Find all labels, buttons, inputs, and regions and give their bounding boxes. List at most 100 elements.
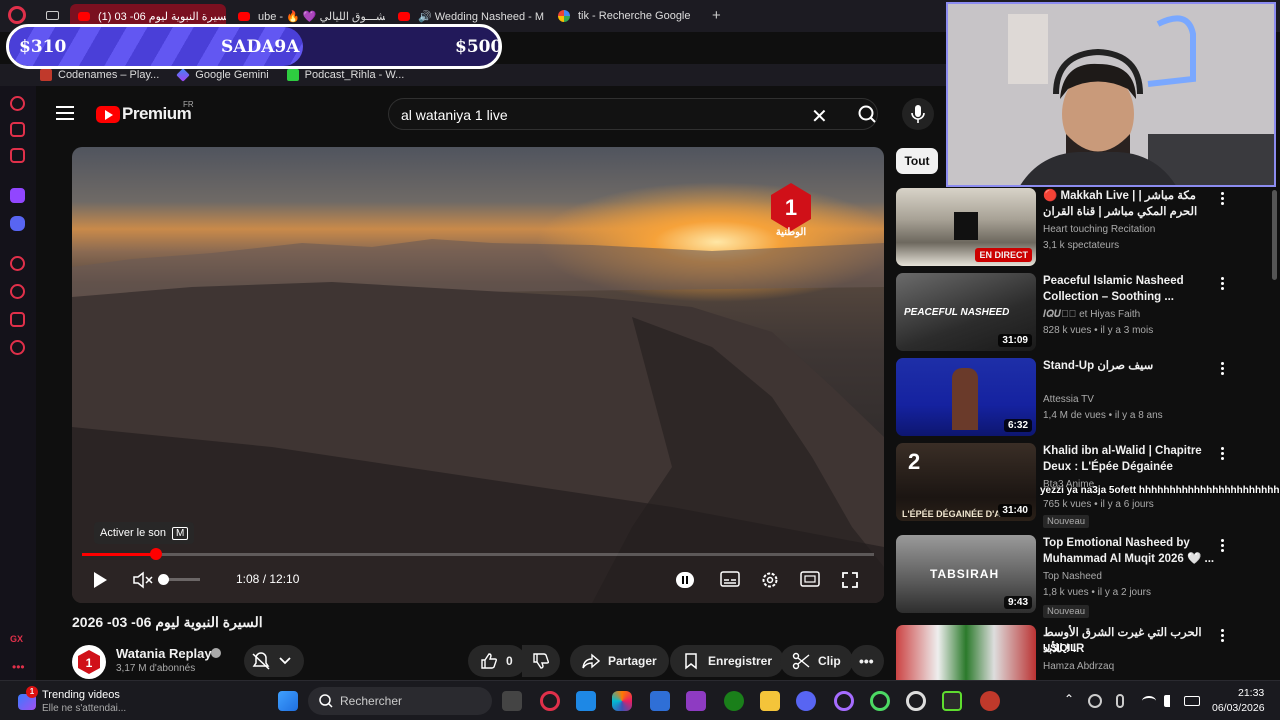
related-video-item[interactable]: TABSIRAH 9:43 Top Emotional Nasheed by M…	[896, 535, 1268, 618]
video-thumbnail[interactable]: 6:32	[896, 358, 1036, 436]
tray-sync-icon[interactable]	[1088, 694, 1102, 708]
more-options-icon[interactable]	[1221, 539, 1225, 553]
related-video-channel[interactable]: Top Nasheed	[1043, 571, 1102, 582]
clock-time[interactable]: 21:33	[1238, 687, 1264, 699]
game-taskbar-icon[interactable]	[942, 691, 962, 711]
clip-button[interactable]: Clip	[780, 645, 853, 677]
video-thumbnail[interactable]: TABSIRAH 9:43	[896, 535, 1036, 613]
bookmark-codenames[interactable]: Codenames – Play...	[40, 69, 159, 81]
tray-chevron-icon[interactable]: ⌃	[1064, 692, 1074, 706]
volume-icon[interactable]	[1164, 695, 1178, 707]
youtube-logo-text[interactable]: Premium	[122, 104, 192, 124]
more-options-icon[interactable]	[1221, 447, 1225, 461]
battery-icon[interactable]	[1184, 696, 1200, 706]
task-view-icon[interactable]	[502, 691, 522, 711]
save-button[interactable]: Enregistrer	[670, 645, 785, 677]
clock-date[interactable]: 06/03/2026	[1212, 702, 1265, 714]
more-dots-icon[interactable]: •••	[12, 660, 25, 674]
related-video-channel[interactable]: 𝑰𝑸𝑼𝑹ﾟ et Hiyas Faith	[1043, 309, 1140, 320]
video-thumbnail[interactable]: PEACEFUL NASHEED 31:09	[896, 273, 1036, 351]
related-video-channel[interactable]: Hamza Abdrzaq	[1043, 661, 1114, 672]
gx-icon[interactable]: GX	[10, 634, 23, 644]
app-taskbar-icon[interactable]	[686, 691, 706, 711]
wallet-icon[interactable]	[10, 122, 25, 137]
voice-search-button[interactable]	[902, 98, 934, 130]
discord-taskbar-icon[interactable]	[796, 691, 816, 711]
progress-played	[82, 553, 157, 556]
youtube-logo-icon[interactable]	[96, 106, 120, 123]
file-explorer-taskbar-icon[interactable]	[760, 691, 780, 711]
related-video-title[interactable]: Peaceful Islamic Nasheed Collection – So…	[1043, 273, 1215, 305]
wifi-icon[interactable]	[1142, 696, 1156, 706]
related-video-channel[interactable]: Attessia TV	[1043, 394, 1094, 405]
opera-logo-icon[interactable]	[8, 6, 26, 24]
history-icon[interactable]	[10, 284, 25, 299]
windows-start-icon[interactable]	[278, 691, 298, 711]
extensions-icon[interactable]	[10, 312, 25, 327]
twitch-icon[interactable]	[10, 188, 25, 203]
related-video-title[interactable]: Top Emotional Nasheed by Muhammad Al Muq…	[1043, 535, 1215, 567]
fullscreen-button[interactable]	[841, 571, 859, 594]
more-options-icon[interactable]	[1221, 277, 1225, 291]
opera-gx-taskbar-icon[interactable]	[540, 691, 560, 711]
video-thumbnail[interactable]	[896, 625, 1036, 680]
player-icon[interactable]	[10, 148, 25, 163]
opera-green-taskbar-icon[interactable]	[870, 691, 890, 711]
subtitles-button[interactable]	[720, 571, 740, 592]
tab-google-search[interactable]: tik - Recherche Google	[550, 4, 705, 28]
filter-chip-all[interactable]: Tout	[896, 148, 938, 174]
video-thumbnail[interactable]: EN DIRECT	[896, 188, 1036, 266]
autoplay-toggle[interactable]	[676, 572, 694, 588]
search-button[interactable]	[844, 98, 890, 130]
app-red-taskbar-icon[interactable]	[980, 691, 1000, 711]
channel-avatar[interactable]: 1	[72, 645, 106, 679]
play-button[interactable]	[92, 571, 108, 594]
settings-button[interactable]	[760, 570, 780, 595]
store-taskbar-icon[interactable]	[650, 691, 670, 711]
related-video-item[interactable]: PEACEFUL NASHEED 31:09 Peaceful Islamic …	[896, 273, 1268, 353]
related-video-title[interactable]: Stand-Up سيف صران	[1043, 358, 1215, 374]
theater-mode-button[interactable]	[800, 571, 820, 592]
taskbar-search-box[interactable]: Rechercher	[308, 687, 492, 715]
discord-icon[interactable]	[10, 216, 25, 231]
photos-taskbar-icon[interactable]	[576, 691, 596, 711]
video-progress-bar[interactable]	[82, 548, 874, 560]
clear-search-icon[interactable]: ✕	[811, 104, 828, 129]
related-video-title[interactable]: 🔴 Makkah Live | مكة مباشر | الحرم المكي …	[1043, 188, 1215, 222]
more-options-icon[interactable]	[1221, 362, 1225, 376]
dislike-button[interactable]	[522, 645, 560, 677]
settings-icon[interactable]	[10, 340, 25, 355]
tab-manager-icon[interactable]	[46, 11, 59, 20]
copilot-taskbar-icon[interactable]	[612, 691, 632, 711]
related-video-item[interactable]: EN DIRECT 🔴 Makkah Live | مكة مباشر | ال…	[896, 188, 1268, 268]
more-options-icon[interactable]	[1221, 629, 1225, 643]
bookmark-podcast-rihla[interactable]: Podcast_Rihla - W...	[286, 69, 404, 81]
play-circle-icon[interactable]	[10, 256, 25, 271]
related-video-title[interactable]: Khalid ibn al-Walid | Chapitre Deux : L'…	[1043, 443, 1215, 477]
search-input[interactable]: al wataniya 1 live	[388, 98, 878, 130]
tray-mic-icon[interactable]	[1116, 694, 1124, 708]
notifications-button[interactable]	[244, 645, 304, 677]
volume-slider-handle[interactable]	[158, 574, 169, 585]
new-tab-button[interactable]: +	[712, 7, 721, 24]
video-thumbnail[interactable]: 2 L'ÉPÉE DÉGAINÉE D'A 31:40	[896, 443, 1036, 521]
more-options-icon[interactable]	[1221, 192, 1225, 206]
related-video-item[interactable]: 6:32 Stand-Up سيف صران Attessia TV 1,4 M…	[896, 358, 1268, 438]
opera-taskbar-icon[interactable]	[834, 691, 854, 711]
search-icon	[319, 694, 333, 708]
share-button[interactable]: Partager	[570, 645, 669, 677]
widgets-button[interactable]: 1 Trending videos Elle ne s'attendai...	[14, 686, 174, 718]
bookmark-gemini[interactable]: Google Gemini	[176, 68, 269, 82]
aria-icon[interactable]	[10, 96, 25, 111]
mute-button[interactable]	[132, 570, 154, 595]
like-button[interactable]: 0	[468, 645, 526, 677]
more-actions-button[interactable]: •••	[850, 645, 884, 677]
related-video-channel[interactable]: Heart touching Recitation	[1043, 224, 1155, 235]
page-scrollbar[interactable]	[1272, 190, 1277, 280]
opera-white-taskbar-icon[interactable]	[906, 691, 926, 711]
xbox-taskbar-icon[interactable]	[724, 691, 744, 711]
related-video-item[interactable]: الحرب التي غيرت الشرق الأوسط للأبد ! IR …	[896, 625, 1268, 680]
hamburger-menu-icon[interactable]	[56, 106, 74, 120]
related-video-item[interactable]: 2 L'ÉPÉE DÉGAINÉE D'A 31:40 Khalid ibn a…	[896, 443, 1268, 528]
channel-name[interactable]: Watania Replay	[116, 646, 212, 661]
